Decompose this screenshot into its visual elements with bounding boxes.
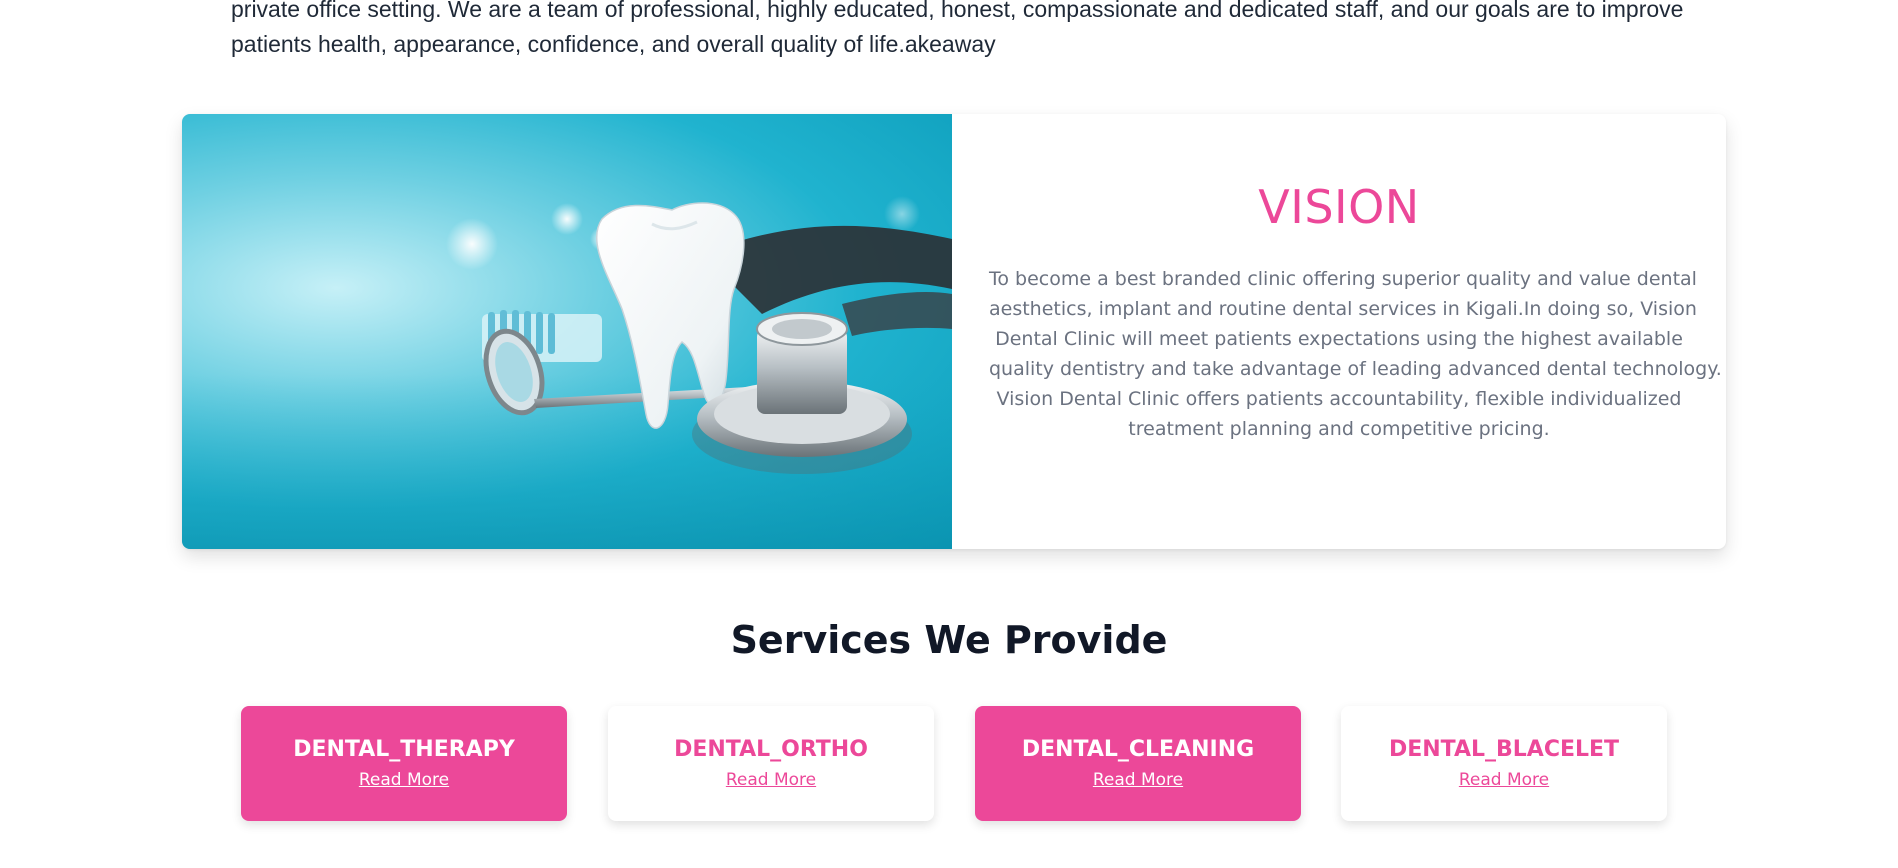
vision-description: To become a best branded clinic offering…: [989, 264, 1722, 444]
vision-line: treatment planning and competitive prici…: [1128, 418, 1550, 440]
service-name: DENTAL_ORTHO: [674, 737, 868, 762]
page: private office setting. We are a team of…: [0, 0, 1898, 868]
vision-card: VISION To become a best branded clinic o…: [182, 114, 1726, 549]
service-card-dental-ortho[interactable]: DENTAL_ORTHO Read More: [608, 706, 934, 821]
intro-line: patients health, appearance, confidence,…: [231, 31, 996, 57]
intro-paragraph: private office setting. We are a team of…: [231, 0, 1691, 62]
vision-line: quality dentistry and take advantage of …: [989, 358, 1722, 380]
vision-content: VISION To become a best branded clinic o…: [952, 114, 1726, 549]
intro-line: private office setting. We are a team of…: [231, 0, 1684, 22]
service-card-dental-cleaning[interactable]: DENTAL_CLEANING Read More: [975, 706, 1301, 821]
vision-line: Dental Clinic will meet patients expecta…: [995, 328, 1683, 350]
vision-line: To become a best branded clinic offering…: [989, 268, 1697, 290]
service-name: DENTAL_BLACELET: [1388, 737, 1620, 762]
vision-line: Vision Dental Clinic offers patients acc…: [996, 388, 1682, 410]
vision-title: VISION: [1258, 180, 1420, 234]
read-more-link[interactable]: Read More: [726, 770, 816, 790]
service-name: DENTAL_THERAPY: [293, 737, 515, 762]
service-name: DENTAL_CLEANING: [1021, 737, 1255, 762]
read-more-link[interactable]: Read More: [1459, 770, 1549, 790]
dental-tools-image: [182, 114, 952, 549]
read-more-link[interactable]: Read More: [359, 770, 449, 790]
service-card-dental-blacelet[interactable]: DENTAL_BLACELET Read More: [1341, 706, 1667, 821]
vision-line: aesthetics, implant and routine dental s…: [989, 298, 1697, 320]
read-more-link[interactable]: Read More: [1093, 770, 1183, 790]
services-title: Services We Provide: [730, 618, 1168, 662]
service-card-dental-therapy[interactable]: DENTAL_THERAPY Read More: [241, 706, 567, 821]
